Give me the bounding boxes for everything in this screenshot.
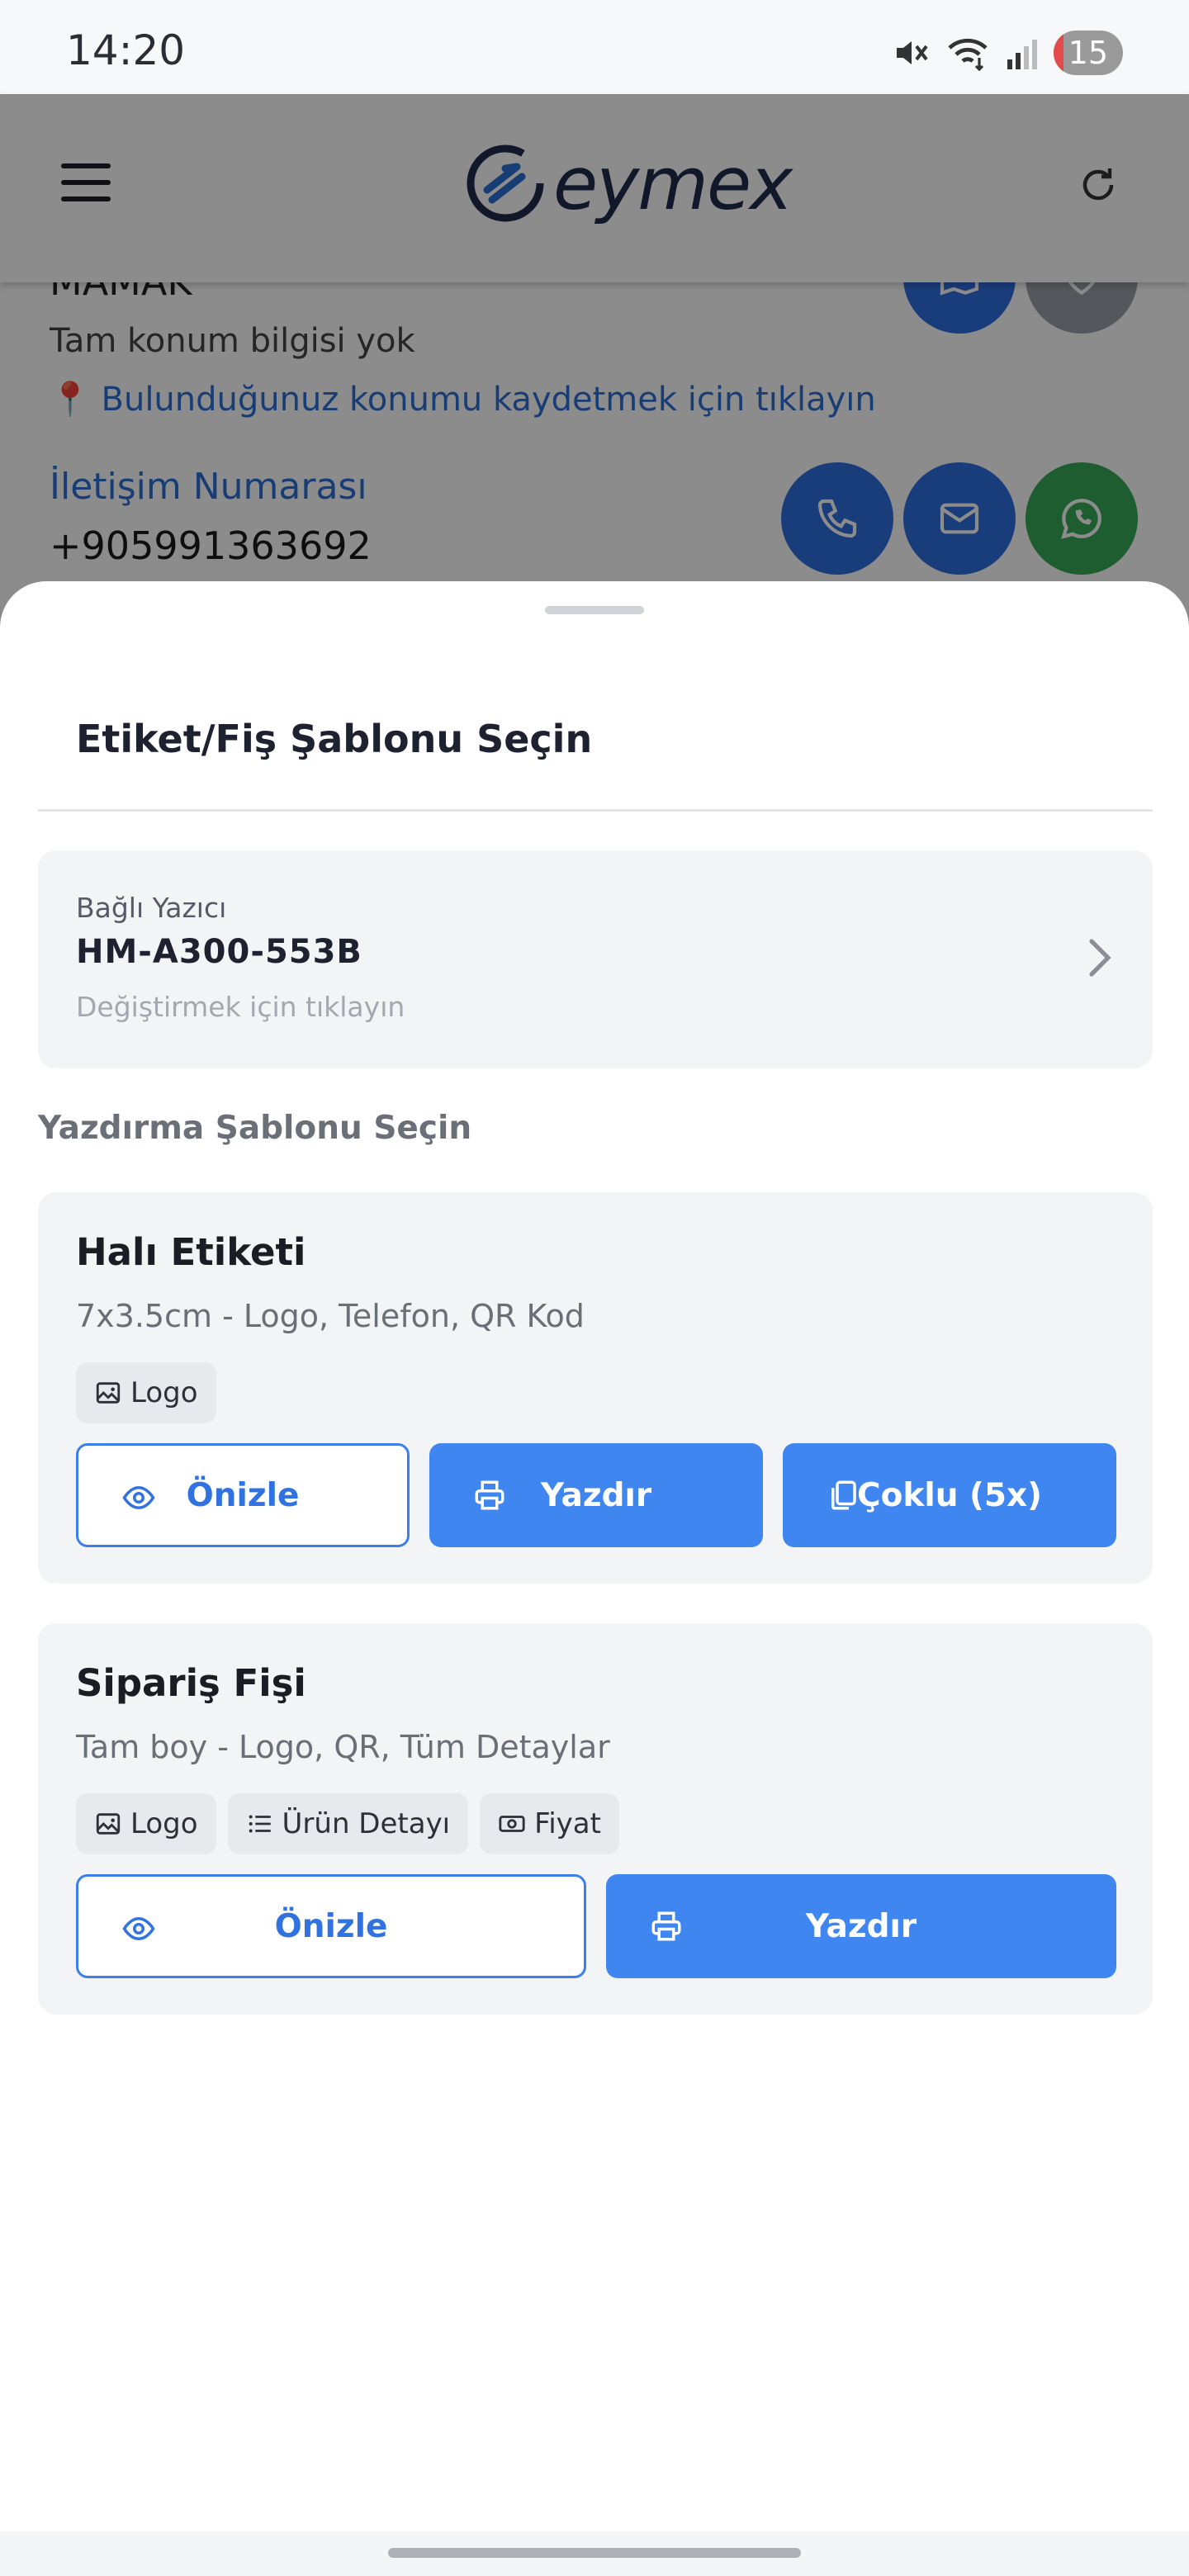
chip-label: Ürün Detayı (282, 1807, 451, 1840)
chip-label: Logo (130, 1376, 198, 1409)
feature-chip: Ürün Detayı (227, 1793, 469, 1854)
print-label: Yazdır (540, 1476, 652, 1514)
template-description: Tam boy - Logo, QR, Tüm Detaylar (76, 1729, 610, 1765)
template-card-siparis-fisi: Sipariş Fişi Tam boy - Logo, QR, Tüm Det… (38, 1623, 1153, 2015)
money-icon (499, 1816, 525, 1832)
preview-label: Önizle (186, 1476, 300, 1514)
printer-caption: Bağlı Yazıcı (76, 892, 227, 924)
multi-print-label: Çoklu (5x) (856, 1476, 1042, 1514)
printer-hint: Değiştirmek için tıklayın (76, 991, 405, 1023)
chevron-right-icon (1085, 936, 1115, 983)
print-label: Yazdır (805, 1907, 917, 1945)
printer-name: HM-A300-553B (76, 933, 362, 971)
feature-chips: Logo (76, 1362, 216, 1423)
mute-icon (892, 35, 931, 71)
modal-backdrop[interactable] (0, 94, 1189, 631)
print-button[interactable]: Yazdır (429, 1443, 763, 1547)
home-gesture-handle[interactable] (388, 2548, 801, 2558)
status-time: 14:20 (66, 26, 186, 74)
chip-label: Fiyat (534, 1807, 601, 1840)
feature-chip: Logo (76, 1362, 216, 1423)
divider (38, 809, 1153, 812)
list-icon (249, 1815, 271, 1833)
battery-level: 15 (1068, 35, 1108, 71)
connected-printer-card[interactable]: Bağlı Yazıcı HM-A300-553B Değiştirmek iç… (38, 850, 1153, 1068)
section-title: Yazdırma Şablonu Seçin (38, 1110, 472, 1147)
status-bar: 14:20 15 (0, 0, 1189, 94)
template-name: Halı Etiketi (76, 1230, 306, 1274)
template-picker-sheet: Etiket/Fiş Şablonu Seçin Bağlı Yazıcı HM… (0, 581, 1189, 2531)
feature-chip: Logo (76, 1793, 216, 1854)
battery-icon: 15 (1053, 31, 1123, 75)
sheet-drag-handle[interactable] (545, 606, 644, 614)
template-actions: Önizle Yazdır (76, 1874, 1116, 1978)
multi-print-button[interactable]: Çoklu (5x) (783, 1443, 1116, 1547)
chip-label: Logo (130, 1807, 198, 1840)
print-button[interactable]: Yazdır (606, 1874, 1116, 1978)
wifi-icon (946, 35, 991, 71)
template-description: 7x3.5cm - Logo, Telefon, QR Kod (76, 1298, 585, 1334)
signal-icon (1006, 35, 1039, 71)
feature-chip: Fiyat (480, 1793, 619, 1854)
eye-icon (122, 1916, 155, 1941)
printer-icon (651, 1911, 681, 1941)
preview-button[interactable]: Önizle (76, 1443, 410, 1547)
feature-chips: Logo Ürün Detayı Fiyat (76, 1793, 619, 1854)
image-icon (96, 1382, 121, 1404)
copy-icon (831, 1480, 856, 1510)
template-actions: Önizle Yazdır Çoklu (5x) (76, 1443, 1116, 1547)
printer-icon (475, 1480, 504, 1510)
preview-button[interactable]: Önizle (76, 1874, 586, 1978)
preview-label: Önizle (274, 1907, 388, 1945)
template-name: Sipariş Fişi (76, 1661, 306, 1705)
eye-icon (122, 1485, 155, 1510)
sheet-title: Etiket/Fiş Şablonu Seçin (76, 717, 593, 761)
system-nav-bar (0, 2531, 1189, 2576)
image-icon (96, 1813, 121, 1835)
status-icons: 15 (892, 30, 1123, 76)
template-card-hali-etiketi: Halı Etiketi 7x3.5cm - Logo, Telefon, QR… (38, 1192, 1153, 1584)
